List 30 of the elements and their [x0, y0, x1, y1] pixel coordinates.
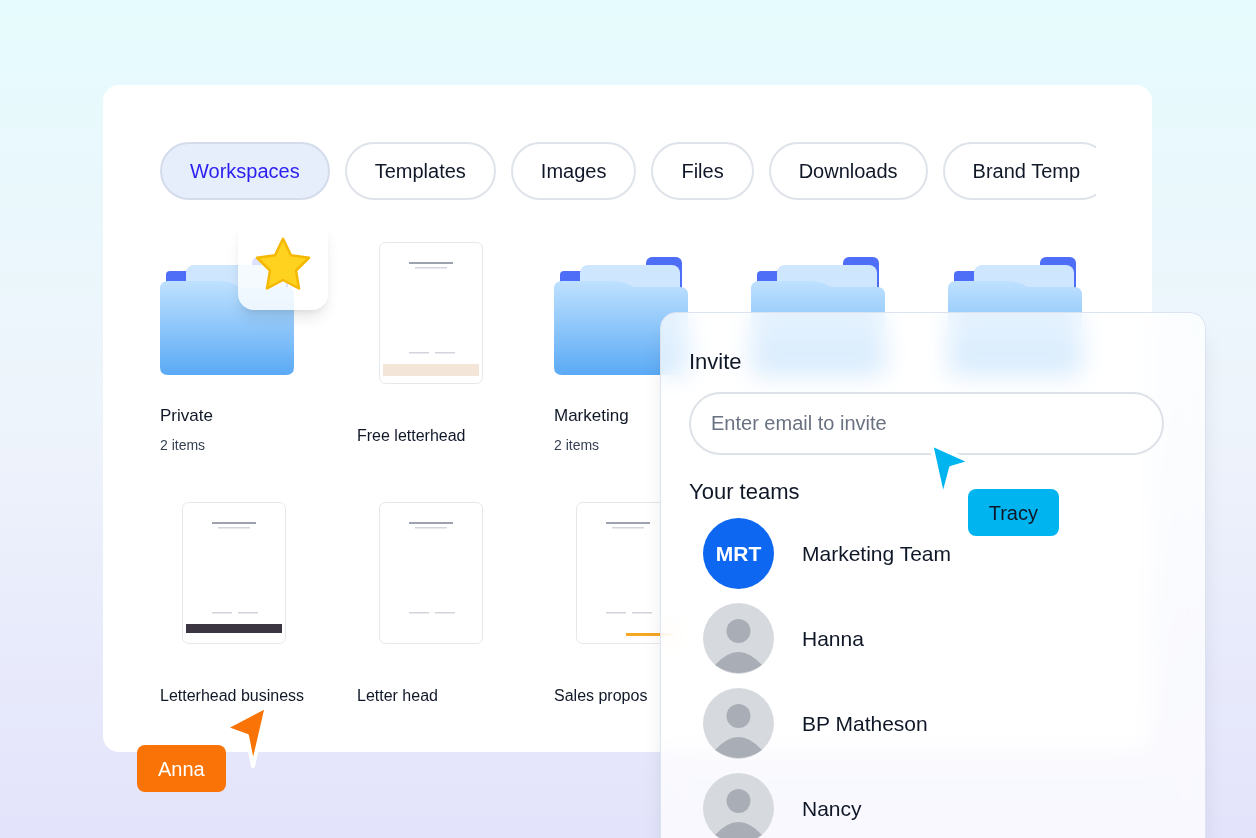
tab[interactable]: Downloads — [768, 142, 928, 200]
member-name: Nancy — [802, 795, 862, 822]
member-name: BP Matheson — [802, 710, 928, 737]
team-member[interactable]: BP Matheson — [703, 688, 1177, 759]
tab[interactable]: Brand Temp — [942, 142, 1096, 200]
team-avatar: MRT — [703, 518, 774, 589]
tab[interactable]: Images — [510, 142, 637, 200]
tab[interactable]: Templates — [344, 142, 496, 200]
cursor-label: Anna — [137, 745, 226, 792]
avatar-icon — [703, 688, 774, 759]
cursor-label: Tracy — [967, 489, 1059, 536]
document-name: Free letterhead — [357, 426, 466, 446]
document-name: Letter head — [357, 686, 438, 706]
panel-title: Invite — [689, 348, 743, 376]
tab[interactable]: Files — [651, 142, 754, 200]
item-count: 2 items — [554, 435, 600, 455]
team-member[interactable]: Nancy — [703, 773, 1177, 838]
member-name: Marketing Team — [802, 540, 951, 567]
avatar-icon — [703, 773, 774, 838]
member-name: Hanna — [802, 625, 864, 652]
email-input[interactable]: Enter email to invite — [689, 392, 1164, 455]
tab[interactable]: Workspaces — [160, 142, 330, 200]
team-member[interactable]: Hanna — [703, 603, 1177, 674]
item-count: 2 items — [160, 435, 206, 455]
folder-name: Marketing — [554, 405, 629, 427]
document-name: Sales propos — [554, 686, 648, 706]
avatar-icon — [703, 603, 774, 674]
section-title: Your teams — [689, 478, 801, 506]
document-name: Letterhead business — [160, 686, 305, 706]
folder-name: Private — [160, 405, 213, 427]
